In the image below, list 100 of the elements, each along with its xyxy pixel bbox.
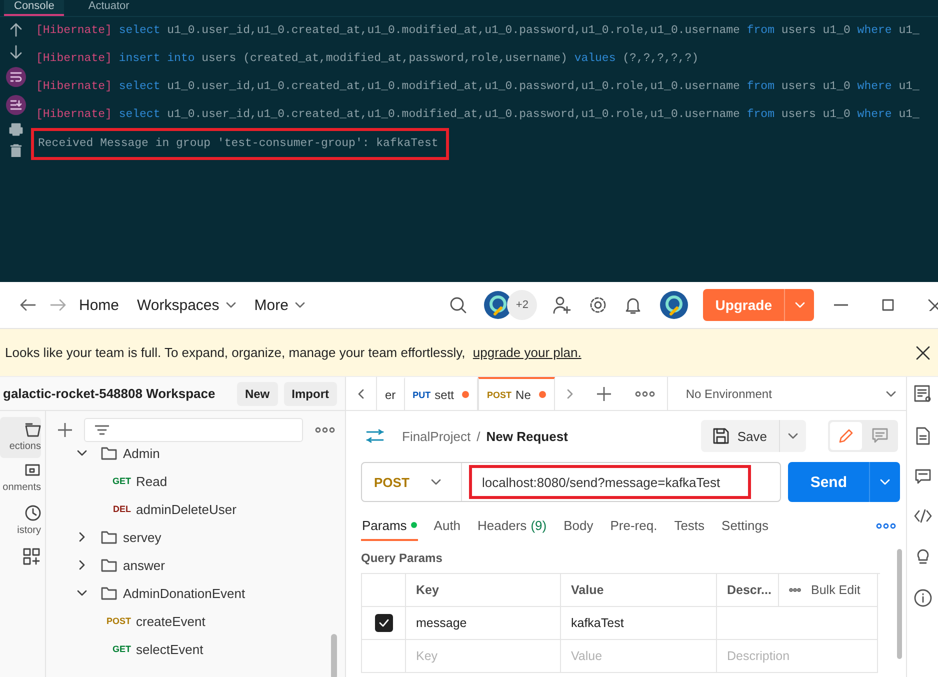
grid-plus-icon xyxy=(23,548,41,566)
printer-icon[interactable] xyxy=(9,123,23,136)
comment-icon[interactable] xyxy=(914,469,930,485)
tree-request[interactable]: GET selectEvent xyxy=(46,635,345,663)
request-section-tab[interactable]: Headers (9) xyxy=(476,511,548,541)
checkbox[interactable] xyxy=(374,614,392,632)
lines-down-icon xyxy=(10,100,22,110)
scroll-to-end-icon[interactable] xyxy=(6,95,26,115)
caret-icon xyxy=(795,302,805,308)
comment-icon xyxy=(872,428,888,444)
caret-icon xyxy=(431,479,441,485)
console-tab[interactable]: Actuator xyxy=(78,0,140,16)
workspace-title: galactic-rocket-548808 Workspace xyxy=(3,386,216,401)
request-tab[interactable]: POST Ne xyxy=(478,377,555,410)
column-header: Descr... xyxy=(717,574,779,607)
filter-field[interactable] xyxy=(84,418,303,442)
log-line: [Hibernate] select u1_0.user_id,u1_0.created_at,u1_0.modified_at,u1_0.password,u1_0.role,u1_0.username from users u1_0 where u1_ xyxy=(36,79,920,95)
environment-select[interactable]: No Environment xyxy=(666,377,906,410)
bulk-edit-link[interactable]: Bulk Edit xyxy=(811,583,860,597)
log-line: Received Message in group 'test-consumer-group': kafkaTest xyxy=(34,131,446,157)
column-header: Key xyxy=(406,574,561,607)
tree-request[interactable]: POST createEvent xyxy=(46,607,345,635)
request-section-tab[interactable]: Auth xyxy=(432,511,462,541)
workspace-button[interactable]: New xyxy=(236,382,278,406)
upgrade-link[interactable]: upgrade your plan. xyxy=(472,345,582,360)
caret-icon xyxy=(226,302,236,308)
request-tab[interactable]: er xyxy=(377,377,405,410)
tray-icon xyxy=(25,423,41,437)
bell-icon[interactable] xyxy=(625,296,642,314)
settings-icon[interactable] xyxy=(589,296,608,314)
log-line: [Hibernate] insert into users (created_at,modified_at,password,role,username) values (?,?,?,?,?) xyxy=(36,51,700,67)
caret-icon xyxy=(880,479,890,485)
request-section-tab[interactable]: Pre-req. xyxy=(609,511,658,541)
pencil-icon xyxy=(838,428,854,444)
nav-menu[interactable]: More xyxy=(245,292,314,318)
document-eye-icon[interactable] xyxy=(914,385,932,403)
request-name: New Request xyxy=(486,428,569,444)
trash-icon[interactable] xyxy=(10,144,22,157)
scrollbar[interactable] xyxy=(897,549,902,659)
tree-folder[interactable]: AdminDonationEvent xyxy=(46,579,345,607)
wrap-lines-icon xyxy=(10,72,22,82)
folder-icon xyxy=(101,446,117,460)
tree-request[interactable]: DEL adminDeleteUser xyxy=(46,495,345,523)
more-icon[interactable] xyxy=(315,427,335,433)
monitor-icon xyxy=(25,464,41,478)
request-section-tab[interactable]: Settings xyxy=(720,511,770,541)
caret-icon xyxy=(886,390,896,396)
clock-icon xyxy=(25,505,41,521)
edit-toggle[interactable] xyxy=(830,422,862,450)
folder-icon xyxy=(101,586,117,600)
nav-menu[interactable]: Workspaces xyxy=(128,292,246,318)
maximize-icon[interactable] xyxy=(882,299,894,311)
back-arrow-icon[interactable] xyxy=(20,299,36,311)
tree-folder[interactable]: Admin xyxy=(46,439,345,467)
request-section-tab[interactable]: Body xyxy=(562,511,594,541)
info-icon[interactable] xyxy=(914,589,932,607)
tree-folder[interactable]: answer xyxy=(46,551,345,579)
arrow-down-icon[interactable] xyxy=(10,45,22,59)
add-user-icon[interactable] xyxy=(553,296,572,314)
save-icon xyxy=(713,428,730,444)
method-select[interactable]: POST xyxy=(362,463,462,501)
sidebar-tab[interactable]: ections xyxy=(0,417,41,458)
breadcrumb-separator: / xyxy=(476,428,480,444)
lightbulb-icon[interactable] xyxy=(914,547,930,565)
add-icon[interactable] xyxy=(596,386,611,400)
minimize-icon[interactable] xyxy=(834,304,848,306)
close-icon[interactable] xyxy=(928,299,938,311)
sidebar-tab[interactable]: onments xyxy=(0,458,41,499)
document-icon[interactable] xyxy=(916,427,930,445)
add-icon[interactable] xyxy=(58,423,72,437)
request-section-tab[interactable]: Params xyxy=(361,511,418,541)
avatar-icon[interactable] xyxy=(659,290,690,320)
arrow-up-icon[interactable] xyxy=(10,23,22,37)
table-cell[interactable]: message xyxy=(406,607,561,640)
http-icon xyxy=(366,429,384,443)
log-line: [Hibernate] select u1_0.user_id,u1_0.created_at,u1_0.modified_at,u1_0.password,u1_0.role,u1_0.username from users u1_0 where u1_ xyxy=(36,107,920,123)
close-icon[interactable] xyxy=(916,346,930,360)
request-section-tab[interactable]: Tests xyxy=(673,511,706,541)
sidebar-tab[interactable]: istory xyxy=(0,499,41,542)
folder-icon xyxy=(101,558,117,572)
nav-menu[interactable]: Home xyxy=(70,292,128,318)
collaborator-count[interactable]: +2 xyxy=(507,290,538,320)
code-icon[interactable] xyxy=(914,509,932,523)
collection-name[interactable]: FinalProject xyxy=(402,428,471,444)
console-tab[interactable]: Console xyxy=(4,0,64,16)
more-icon[interactable] xyxy=(876,523,896,529)
workspace-button[interactable]: Import xyxy=(284,382,337,406)
banner-message: Looks like your team is full. To expand, organize, manage your team effortlessly, upgrade your plan. xyxy=(5,345,582,360)
soft-wrap-icon[interactable] xyxy=(6,67,26,87)
scrollbar[interactable] xyxy=(331,634,337,677)
caret-icon xyxy=(788,433,798,439)
tree-request[interactable]: GET Read xyxy=(46,467,345,495)
chevron-down-icon xyxy=(77,590,87,596)
more-icon[interactable] xyxy=(789,588,801,592)
search-icon[interactable] xyxy=(449,296,468,314)
tree-folder[interactable]: servey xyxy=(46,523,345,551)
table-cell[interactable]: kafkaTest xyxy=(561,607,717,640)
chevron-left-icon[interactable] xyxy=(358,388,364,398)
more-icon[interactable] xyxy=(634,390,655,396)
folder-icon xyxy=(101,530,117,544)
